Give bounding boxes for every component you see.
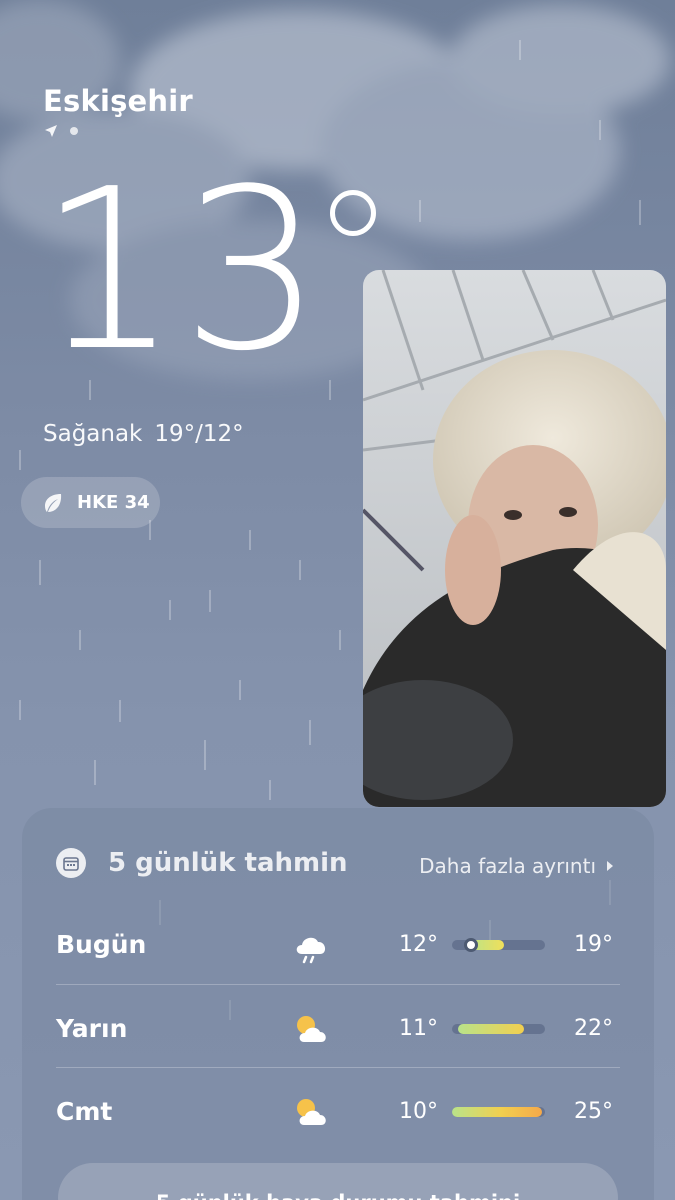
forecast-card: 5 günlük tahmin Daha fazla ayrıntı Bugün… <box>22 808 654 1200</box>
high-low-text: 19°/12° <box>154 421 244 447</box>
aqi-badge[interactable]: HKE 34 <box>21 477 160 528</box>
temp-range-bar <box>452 938 545 952</box>
current-condition: Sağanak 19°/12° <box>43 421 244 447</box>
condition-text: Sağanak <box>43 421 143 447</box>
forecast-row-saturday[interactable]: Cmt 10° 25° <box>22 1075 654 1159</box>
temp-range-bar <box>452 1107 545 1117</box>
city-name[interactable]: Eskişehir <box>43 84 193 118</box>
temp-range-fill <box>458 1024 524 1034</box>
calendar-icon <box>56 848 86 878</box>
partly-sunny-icon <box>297 1016 326 1042</box>
selfie-photo <box>363 270 666 807</box>
low-temp: 12° <box>399 932 438 957</box>
forecast-header: 5 günlük tahmin <box>56 848 348 878</box>
forecast-row-tomorrow[interactable]: Yarın 11° 22° <box>22 992 654 1076</box>
page-dot <box>70 127 78 135</box>
high-temp: 19° <box>574 932 613 957</box>
current-temp-marker <box>464 938 478 952</box>
forecast-title: 5 günlük tahmin <box>108 848 348 878</box>
current-temperature: 13 <box>38 142 325 400</box>
degree-symbol <box>330 190 376 236</box>
more-details-link[interactable]: Daha fazla ayrıntı <box>419 854 614 878</box>
day-label: Yarın <box>56 1014 128 1043</box>
row-divider <box>56 984 620 985</box>
day-label: Bugün <box>56 930 147 959</box>
aqi-label: HKE 34 <box>77 492 150 513</box>
more-details-label: Daha fazla ayrıntı <box>419 854 596 878</box>
high-temp: 25° <box>574 1099 613 1124</box>
location-indicator <box>44 124 78 138</box>
full-forecast-button[interactable]: 5 günlük hava durumu tahmini <box>58 1163 618 1200</box>
location-arrow-icon <box>45 125 57 137</box>
row-divider <box>56 1067 620 1068</box>
low-temp: 10° <box>399 1099 438 1124</box>
low-temp: 11° <box>399 1016 438 1041</box>
partly-sunny-icon <box>297 1099 326 1125</box>
high-temp: 22° <box>574 1016 613 1041</box>
temp-range-fill <box>452 1107 542 1117</box>
chevron-right-icon <box>607 861 613 871</box>
leaf-icon <box>45 493 62 512</box>
rain-cloud-icon <box>296 937 326 964</box>
forecast-row-today[interactable]: Bugün 12° 19° <box>22 908 654 992</box>
temp-range-bar <box>452 1024 545 1034</box>
day-label: Cmt <box>56 1097 113 1126</box>
